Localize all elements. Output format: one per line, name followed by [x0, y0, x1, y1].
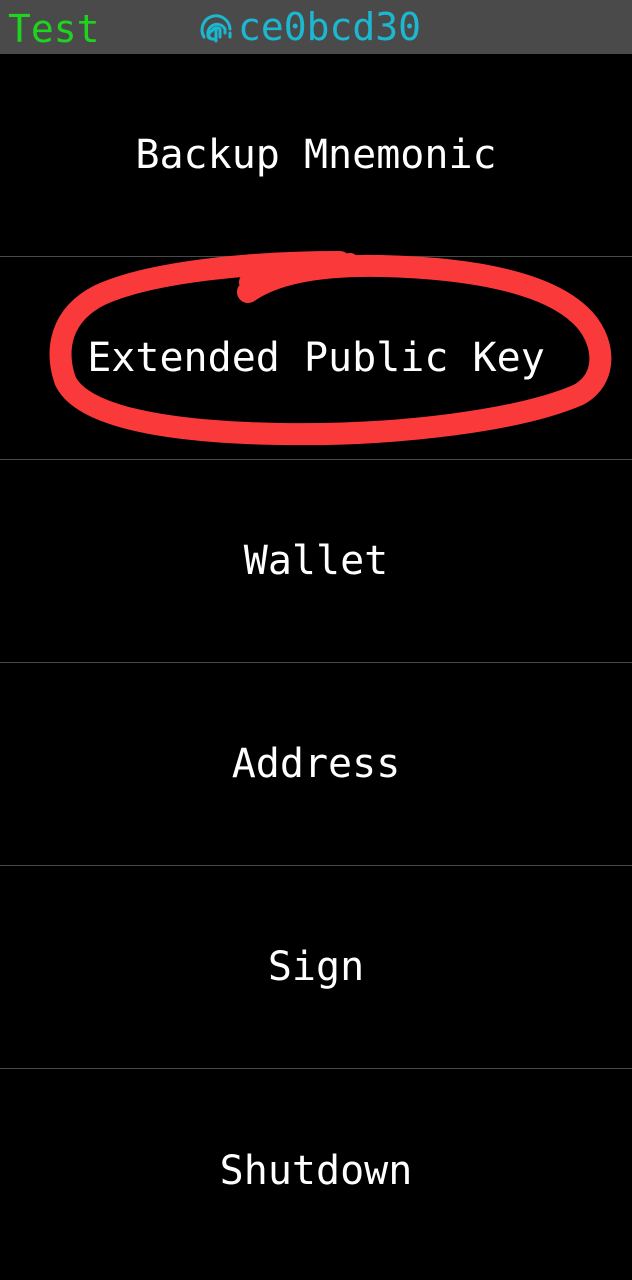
- wallet-fingerprint: ce0bcd30: [196, 2, 421, 52]
- fingerprint-icon: [196, 7, 236, 47]
- menu-item-label: Shutdown: [219, 1147, 413, 1194]
- menu-item-wallet[interactable]: Wallet: [0, 460, 632, 663]
- menu-item-extended-public-key[interactable]: Extended Public Key: [0, 257, 632, 460]
- main-menu: Backup Mnemonic Extended Public Key Wall…: [0, 54, 632, 1272]
- network-label: Test: [8, 7, 100, 51]
- menu-item-label: Extended Public Key: [87, 335, 545, 381]
- menu-item-sign[interactable]: Sign: [0, 866, 632, 1069]
- menu-item-label: Wallet: [243, 538, 389, 584]
- status-bar: Test ce0bcd30: [0, 0, 632, 54]
- menu-item-label: Sign: [267, 944, 365, 990]
- menu-item-label: Address: [231, 741, 401, 787]
- krux-home-screen: Test ce0bcd30 Backup Mnemonic Extended P…: [0, 0, 632, 1280]
- menu-item-label: Backup Mnemonic: [135, 132, 497, 178]
- menu-item-shutdown[interactable]: Shutdown: [0, 1069, 632, 1272]
- menu-item-backup-mnemonic[interactable]: Backup Mnemonic: [0, 54, 632, 257]
- fingerprint-text: ce0bcd30: [238, 5, 422, 49]
- menu-item-address[interactable]: Address: [0, 663, 632, 866]
